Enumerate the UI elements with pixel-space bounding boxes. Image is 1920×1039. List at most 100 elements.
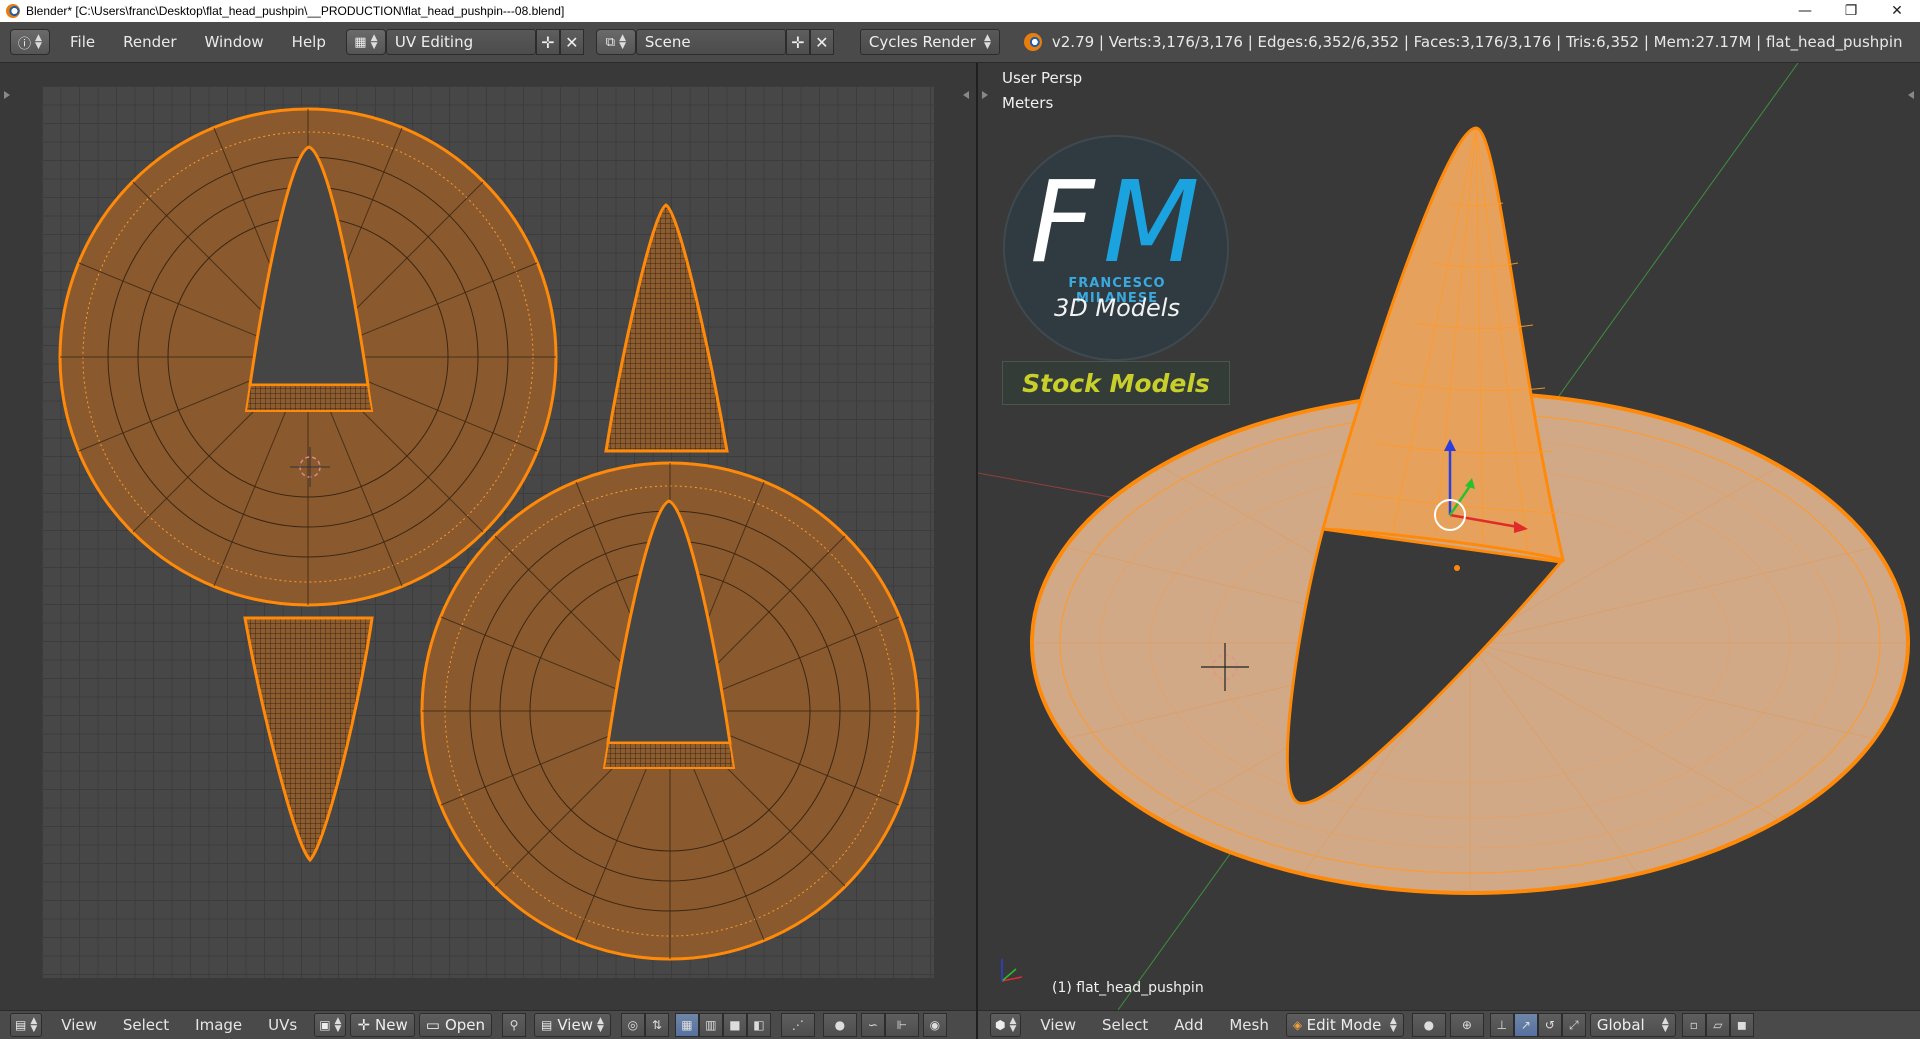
pin-image-icon[interactable]: ⚲ xyxy=(502,1013,527,1037)
screen-layout-browse-button[interactable]: ▦ ▲ ▼ xyxy=(345,29,386,55)
info-icon: ⓘ xyxy=(18,36,32,52)
editor-type-button[interactable]: ▤ ▲ ▼ xyxy=(10,1013,43,1037)
image-icon: ▣ xyxy=(319,1018,331,1032)
uv-menu-uvs[interactable]: UVs xyxy=(255,1016,310,1034)
transform-orientation-dropdown[interactable]: Global ▲ ▼ xyxy=(1589,1013,1676,1037)
view3d-menu-view[interactable]: View xyxy=(1027,1016,1089,1034)
active-object-icon[interactable]: ◉ xyxy=(922,1013,947,1037)
object-name-label: (1) flat_head_pushpin xyxy=(1052,980,1204,996)
blender-logo-icon xyxy=(1023,33,1042,51)
add-layout-button[interactable]: ✛ xyxy=(535,29,560,55)
new-image-label: New xyxy=(375,1016,408,1034)
open-image-button[interactable]: ▭ Open xyxy=(418,1013,493,1037)
uv-island-cone-inverted[interactable] xyxy=(243,616,374,863)
uv-menu-select[interactable]: Select xyxy=(110,1016,182,1034)
logo-letter-m: M xyxy=(1103,158,1200,288)
remove-scene-button[interactable]: ✕ xyxy=(809,29,834,55)
logo-banner: Stock Models xyxy=(1002,361,1230,405)
transform-orientation-value: Global xyxy=(1596,1016,1645,1034)
vertex-select-icon[interactable]: ▦ xyxy=(674,1013,699,1037)
sticky-selection-dropdown[interactable]: ⋰ xyxy=(780,1013,815,1037)
logo-tagline: 3D Models xyxy=(1054,294,1180,322)
image-browse-button[interactable]: ▣ ▲ ▼ xyxy=(314,1013,347,1037)
properties-toggle-icon[interactable] xyxy=(1908,91,1914,99)
minimize-button[interactable]: — xyxy=(1782,0,1828,22)
scene-name: Scene xyxy=(644,33,691,51)
blender-logo-icon xyxy=(6,4,20,18)
proportional-edit-dropdown[interactable]: ● xyxy=(822,1013,857,1037)
logo-banner-text: Stock Models xyxy=(1022,368,1210,398)
view3d-menu-mesh[interactable]: Mesh xyxy=(1216,1016,1282,1034)
screen-layout-name: UV Editing xyxy=(394,33,474,51)
pushpin-needle-mesh[interactable] xyxy=(1321,126,1566,563)
scale-manipulator-icon[interactable]: ⤢ xyxy=(1561,1013,1586,1037)
interaction-mode-dropdown[interactable]: ◈ Edit Mode ▲ ▼ xyxy=(1285,1013,1404,1037)
view-mode-icon: ▤ xyxy=(541,1018,553,1032)
screen-layout-field[interactable]: UV Editing xyxy=(385,29,536,55)
manipulator-toggle-icon[interactable]: ⊥ xyxy=(1489,1013,1514,1037)
menu-file[interactable]: File xyxy=(56,33,109,51)
uv-island-disc-top[interactable] xyxy=(58,107,558,607)
face-select-icon[interactable]: ■ xyxy=(722,1013,747,1037)
view3d-menu-add[interactable]: Add xyxy=(1161,1016,1216,1034)
vertex-select-mode-icon[interactable]: ▫ xyxy=(1681,1013,1706,1037)
axis-orientation-gizmo-icon xyxy=(1001,959,1023,982)
plus-icon: ✛ xyxy=(541,32,555,52)
scene-field[interactable]: Scene xyxy=(635,29,786,55)
interaction-mode-value: Edit Mode xyxy=(1306,1016,1382,1034)
uv-menu-image[interactable]: Image xyxy=(182,1016,255,1034)
tool-shelf-toggle-icon[interactable] xyxy=(982,91,988,99)
x-icon: ✕ xyxy=(565,32,579,52)
scene-statistics: v2.79 | Verts:3,176/3,176 | Edges:6,352/… xyxy=(1051,33,1903,51)
edge-select-icon[interactable]: ▥ xyxy=(698,1013,723,1037)
render-engine-value: Cycles Render xyxy=(868,33,976,51)
island-select-icon[interactable]: ◧ xyxy=(746,1013,771,1037)
window-titlebar: Blender* [C:\Users\franc\Desktop\flat_he… xyxy=(0,0,1920,22)
render-engine-dropdown[interactable]: Cycles Render ▲ ▼ xyxy=(859,29,1000,55)
pivot-point-dropdown[interactable]: ⊕ xyxy=(1449,1013,1484,1037)
snap-icon[interactable]: ∽ xyxy=(860,1013,885,1037)
image-editor-icon: ▤ xyxy=(15,1018,27,1032)
3d-view-header: ⬢ ▲ ▼ View Select Add Mesh ◈ Edit Mode ▲ ▼ ● … xyxy=(978,1010,1920,1039)
scene-icon: ⧉ xyxy=(605,34,616,50)
layout-grid-icon: ▦ xyxy=(354,34,367,50)
view-mode-label: View xyxy=(557,1016,593,1034)
translate-manipulator-icon[interactable]: ↗ xyxy=(1513,1013,1538,1037)
cube-icon: ⬢ xyxy=(995,1018,1006,1032)
scene-browse-button[interactable]: ⧉ ▲ ▼ xyxy=(595,29,636,55)
uv-image-editor[interactable] xyxy=(0,63,976,1010)
window-title: Blender* [C:\Users\franc\Desktop\flat_he… xyxy=(26,4,565,18)
origin-point-icon xyxy=(1454,565,1460,571)
edit-mode-icon: ◈ xyxy=(1292,1018,1303,1032)
restore-button[interactable]: ❐ xyxy=(1828,0,1874,22)
view3d-menu-select[interactable]: Select xyxy=(1089,1016,1161,1034)
remove-layout-button[interactable]: ✕ xyxy=(559,29,584,55)
new-image-button[interactable]: ✛ New xyxy=(350,1013,415,1037)
menu-render[interactable]: Render xyxy=(109,33,190,51)
info-header: ⓘ ▲ ▼ File Render Window Help ▦ ▲ ▼ UV Editi… xyxy=(0,22,1920,63)
view-name-label: User Persp xyxy=(1002,69,1083,87)
plus-icon: ✛ xyxy=(357,1016,371,1034)
viewport-shading-dropdown[interactable]: ● xyxy=(1411,1013,1446,1037)
view-mode-dropdown[interactable]: ▤ View ▲ ▼ xyxy=(534,1013,611,1037)
editor-type-button[interactable]: ⬢ ▲ ▼ xyxy=(990,1013,1022,1037)
close-window-button[interactable]: ✕ xyxy=(1874,0,1920,22)
uv-layout-drawing xyxy=(58,107,920,961)
pivot-icon[interactable]: ◎ xyxy=(620,1013,645,1037)
editor-type-info-button[interactable]: ⓘ ▲ ▼ xyxy=(10,29,50,55)
face-select-mode-icon[interactable]: ◼ xyxy=(1729,1013,1754,1037)
add-scene-button[interactable]: ✛ xyxy=(785,29,810,55)
menu-help[interactable]: Help xyxy=(278,33,340,51)
rotate-manipulator-icon[interactable]: ↺ xyxy=(1537,1013,1562,1037)
uv-island-disc-bottom[interactable] xyxy=(420,461,920,961)
open-image-label: Open xyxy=(444,1016,486,1034)
sync-selection-icon[interactable]: ⇅ xyxy=(644,1013,669,1037)
logo-letter-f: F xyxy=(1030,158,1094,288)
uv-menu-view[interactable]: View xyxy=(48,1016,110,1034)
menu-window[interactable]: Window xyxy=(191,33,278,51)
x-icon: ✕ xyxy=(815,32,829,52)
edge-select-mode-icon[interactable]: ▱ xyxy=(1705,1013,1730,1037)
snap-element-dropdown[interactable]: ⊩ xyxy=(884,1013,919,1037)
uv-island-cone-upright[interactable] xyxy=(604,203,729,453)
plus-icon: ✛ xyxy=(791,32,805,52)
